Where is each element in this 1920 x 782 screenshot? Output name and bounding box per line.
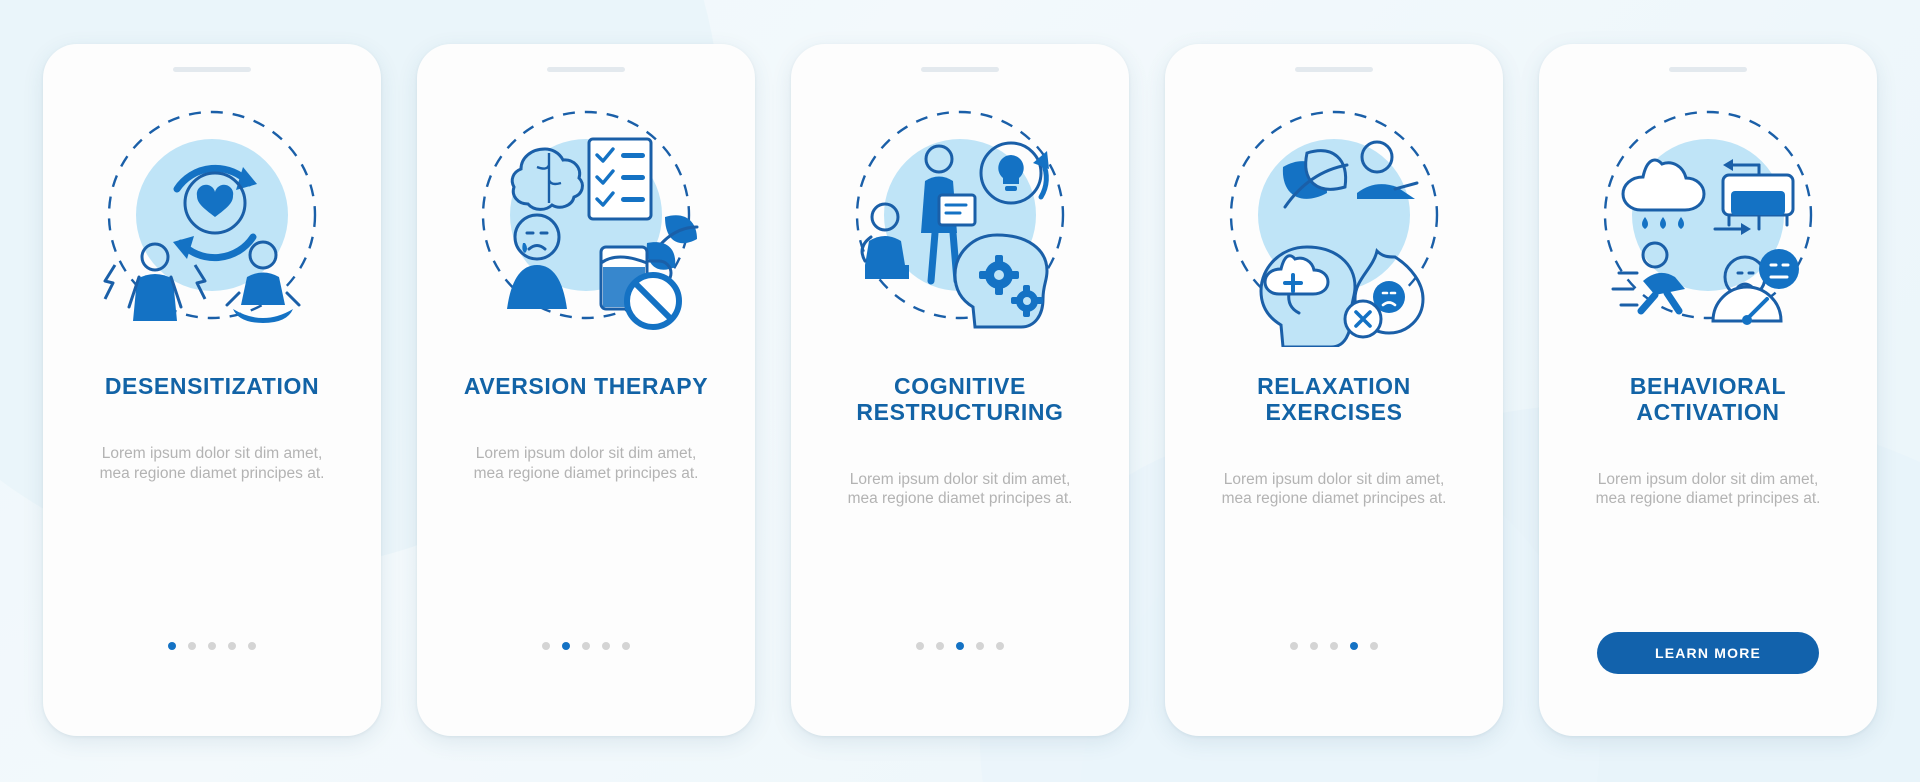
phone-speaker-notch xyxy=(1295,67,1373,72)
screen-title: DESENSITIZATION xyxy=(104,373,320,399)
onboarding-screens-artboard: DESENSITIZATION Lorem ipsum dolor sit di… xyxy=(0,0,1920,782)
pagination-dot[interactable] xyxy=(996,642,1004,650)
pagination-dot[interactable] xyxy=(188,642,196,650)
phone-speaker-notch xyxy=(1669,67,1747,72)
pagination-dot[interactable] xyxy=(1350,642,1358,650)
screen-description: Lorem ipsum dolor sit dim amet, mea regi… xyxy=(1221,470,1447,508)
pagination-dots[interactable] xyxy=(43,642,381,650)
illustration-cognitive-restructuring xyxy=(810,92,1110,352)
phone-speaker-notch xyxy=(173,67,251,72)
pagination-dot[interactable] xyxy=(248,642,256,650)
pagination-dot[interactable] xyxy=(1290,642,1298,650)
phone-speaker-notch xyxy=(547,67,625,72)
pagination-dot[interactable] xyxy=(168,642,176,650)
pagination-dots[interactable] xyxy=(417,642,755,650)
screen-title: BEHAVIORAL ACTIVATION xyxy=(1629,373,1787,425)
phone-speaker-notch xyxy=(921,67,999,72)
screen-title: COGNITIVE RESTRUCTURING xyxy=(856,373,1064,425)
screen-title: AVERSION THERAPY xyxy=(463,373,709,399)
pagination-dot[interactable] xyxy=(1330,642,1338,650)
pagination-dot[interactable] xyxy=(602,642,610,650)
screen-description: Lorem ipsum dolor sit dim amet, mea regi… xyxy=(847,470,1073,508)
pagination-dot[interactable] xyxy=(208,642,216,650)
pagination-dot[interactable] xyxy=(956,642,964,650)
phone-screen-relaxation-exercises[interactable]: RELAXATION EXERCISES Lorem ipsum dolor s… xyxy=(1165,44,1503,736)
phone-screen-desensitization[interactable]: DESENSITIZATION Lorem ipsum dolor sit di… xyxy=(43,44,381,736)
pagination-dot[interactable] xyxy=(1370,642,1378,650)
phone-screen-aversion-therapy[interactable]: AVERSION THERAPY Lorem ipsum dolor sit d… xyxy=(417,44,755,736)
pagination-dot[interactable] xyxy=(562,642,570,650)
pagination-dots[interactable] xyxy=(1165,642,1503,650)
illustration-desensitization xyxy=(62,92,362,352)
pagination-dot[interactable] xyxy=(228,642,236,650)
illustration-aversion-therapy xyxy=(436,92,736,352)
pagination-dot[interactable] xyxy=(1310,642,1318,650)
pagination-dot[interactable] xyxy=(976,642,984,650)
phone-screen-behavioral-activation[interactable]: BEHAVIORAL ACTIVATION Lorem ipsum dolor … xyxy=(1539,44,1877,736)
illustration-behavioral-activation xyxy=(1558,92,1858,352)
screen-title: RELAXATION EXERCISES xyxy=(1257,373,1411,425)
pagination-dot[interactable] xyxy=(622,642,630,650)
screen-description: Lorem ipsum dolor sit dim amet, mea regi… xyxy=(1595,470,1821,508)
pagination-dot[interactable] xyxy=(542,642,550,650)
phone-screen-cognitive-restructuring[interactable]: COGNITIVE RESTRUCTURING Lorem ipsum dolo… xyxy=(791,44,1129,736)
pagination-dot[interactable] xyxy=(582,642,590,650)
pagination-dot[interactable] xyxy=(936,642,944,650)
illustration-relaxation-exercises xyxy=(1184,92,1484,352)
pagination-dot[interactable] xyxy=(916,642,924,650)
learn-more-button[interactable]: LEARN MORE xyxy=(1597,632,1819,674)
screen-description: Lorem ipsum dolor sit dim amet, mea regi… xyxy=(473,444,699,482)
pagination-dots[interactable] xyxy=(791,642,1129,650)
screen-description: Lorem ipsum dolor sit dim amet, mea regi… xyxy=(99,444,325,482)
screens-row: DESENSITIZATION Lorem ipsum dolor sit di… xyxy=(0,0,1920,782)
